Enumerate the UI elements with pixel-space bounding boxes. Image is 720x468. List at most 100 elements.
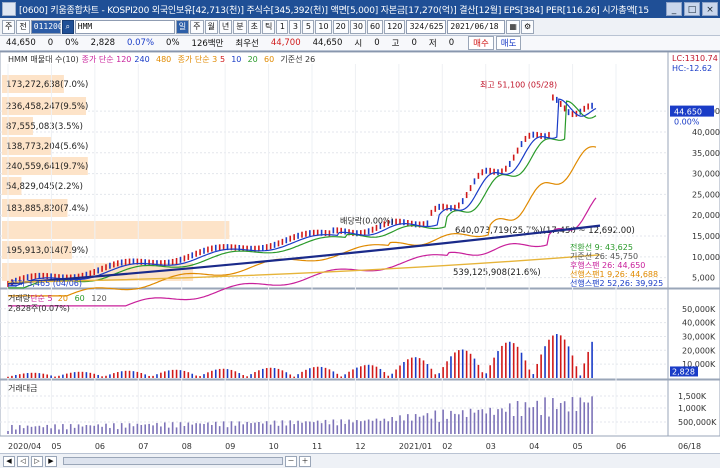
amount-bar [207, 422, 209, 434]
minute-1-button[interactable]: 1 [276, 19, 289, 34]
close-button[interactable]: × [702, 2, 718, 16]
volume-bar [120, 371, 123, 378]
minute-60-button[interactable]: 60 [366, 19, 384, 34]
amount-bar [66, 429, 68, 434]
volume-bar [399, 365, 401, 378]
amount-bar [312, 422, 315, 434]
candle [505, 165, 507, 172]
amount-bar [528, 407, 531, 434]
cycle-tick-tab[interactable]: 틱 [262, 19, 276, 34]
volume-bar [556, 334, 558, 378]
app-icon [2, 2, 16, 16]
candle [403, 219, 405, 226]
volume-bar [532, 374, 535, 378]
hc-label: HC:-12.62 [672, 64, 712, 73]
amount-bar [140, 424, 143, 434]
x-tick-label: 05 [573, 442, 583, 451]
volume-profile-label: 173,272,638(7.0%) [6, 80, 88, 90]
bid-price: 44,650 [312, 38, 343, 48]
scroll-prev-button[interactable]: ◁ [17, 455, 29, 467]
volume-bar [62, 374, 64, 378]
volume-bar [281, 370, 284, 378]
scroll-first-button[interactable]: ◀ [3, 455, 15, 467]
amount-bar [508, 403, 511, 434]
cycle-day-tab[interactable]: 일 [175, 19, 190, 34]
amount-bar [199, 423, 201, 434]
amount-bar [258, 421, 260, 434]
minimize-button[interactable]: _ [666, 2, 682, 16]
volume-bar [414, 357, 417, 378]
volume-bar [583, 363, 586, 378]
cycle-second-tab[interactable]: 초 [247, 19, 261, 34]
volume-value: 2,828 [90, 38, 116, 48]
scroll-next-button[interactable]: ▷ [31, 455, 43, 467]
minute-5-button[interactable]: 5 [302, 19, 315, 34]
zoom-in-button[interactable]: ＋ [299, 455, 311, 467]
minute-120-button[interactable]: 120 [384, 19, 406, 34]
price-y-tick: 5,000 [692, 274, 715, 283]
amount-bar [175, 427, 178, 434]
data-count-field[interactable]: 324/625 [406, 19, 447, 34]
volume-bar [175, 369, 178, 378]
x-tick-label: 07 [138, 442, 148, 451]
mode-all-button[interactable]: 전 [16, 19, 30, 34]
candle [242, 245, 244, 252]
candle [426, 220, 429, 227]
minute-3-button[interactable]: 3 [289, 19, 302, 34]
volume-bar [258, 370, 260, 378]
minute-10-button[interactable]: 10 [315, 19, 332, 34]
amount-bar [422, 415, 425, 434]
chart-scrollbar[interactable] [63, 457, 283, 465]
candle [532, 131, 535, 138]
x-tick-label: 2021/01 [399, 442, 432, 451]
volume-bar [301, 371, 303, 378]
cycle-week-tab[interactable]: 주 [190, 19, 204, 34]
amount-bar [375, 418, 378, 434]
x-tick-label: 02 [442, 442, 452, 451]
minute-20-button[interactable]: 20 [332, 19, 349, 34]
candle [587, 103, 589, 110]
settings-icon[interactable]: ⚙ [520, 19, 535, 34]
candle [293, 234, 295, 241]
ichimoku-indicator: 기준선 26: 45,750 [570, 252, 638, 261]
sell-button[interactable]: 매도 [495, 36, 522, 50]
cycle-month-tab[interactable]: 월 [204, 19, 218, 34]
amount-bar [414, 414, 417, 434]
calendar-icon[interactable]: ▦ [506, 19, 520, 34]
minute-30-button[interactable]: 30 [349, 19, 366, 34]
mode-button[interactable]: 주 [2, 19, 16, 34]
maximize-button[interactable]: □ [684, 2, 700, 16]
volume-legend-item: 20 [58, 294, 68, 303]
chart-area[interactable]: 45,00040,00035,00030,00025,00020,00015,0… [0, 51, 720, 455]
amount-bar [97, 424, 99, 434]
amount-bar [179, 422, 182, 434]
amount-bar [218, 426, 221, 434]
buy-button[interactable]: 매수 [468, 36, 494, 50]
candle [469, 185, 472, 192]
ask-price: 44,700 [270, 38, 301, 48]
amount-bar [465, 416, 468, 434]
amount-bar [301, 422, 303, 434]
volume-bar [434, 374, 437, 378]
high-value: 0 [411, 38, 417, 48]
stock-code-input[interactable]: 011200 [30, 19, 63, 34]
stock-name-field[interactable]: HMM [74, 19, 175, 34]
chart-canvas[interactable]: 45,00040,00035,00030,00025,00020,00015,0… [0, 52, 720, 456]
amount-y-tick: 1,500K [678, 392, 707, 401]
x-tick-label: 06 [616, 442, 626, 451]
open-label: 시 [354, 39, 363, 49]
date-field[interactable]: 2021/06/18 [447, 19, 506, 34]
candle [434, 205, 437, 212]
zoom-out-button[interactable]: － [285, 455, 297, 467]
volume-bar [262, 368, 264, 378]
volume-profile-label: 539,125,908(21.6%) [453, 268, 541, 278]
volume-bar [579, 375, 582, 378]
amount-bar [473, 412, 476, 434]
amount-bar [485, 413, 488, 434]
amount-bar [144, 424, 146, 434]
volume-bar [328, 369, 331, 378]
scroll-last-button[interactable]: ▶ [45, 455, 57, 467]
cycle-minute-tab[interactable]: 분 [233, 19, 247, 34]
cycle-year-tab[interactable]: 년 [218, 19, 233, 34]
search-icon[interactable]: ⌕ [61, 19, 74, 34]
